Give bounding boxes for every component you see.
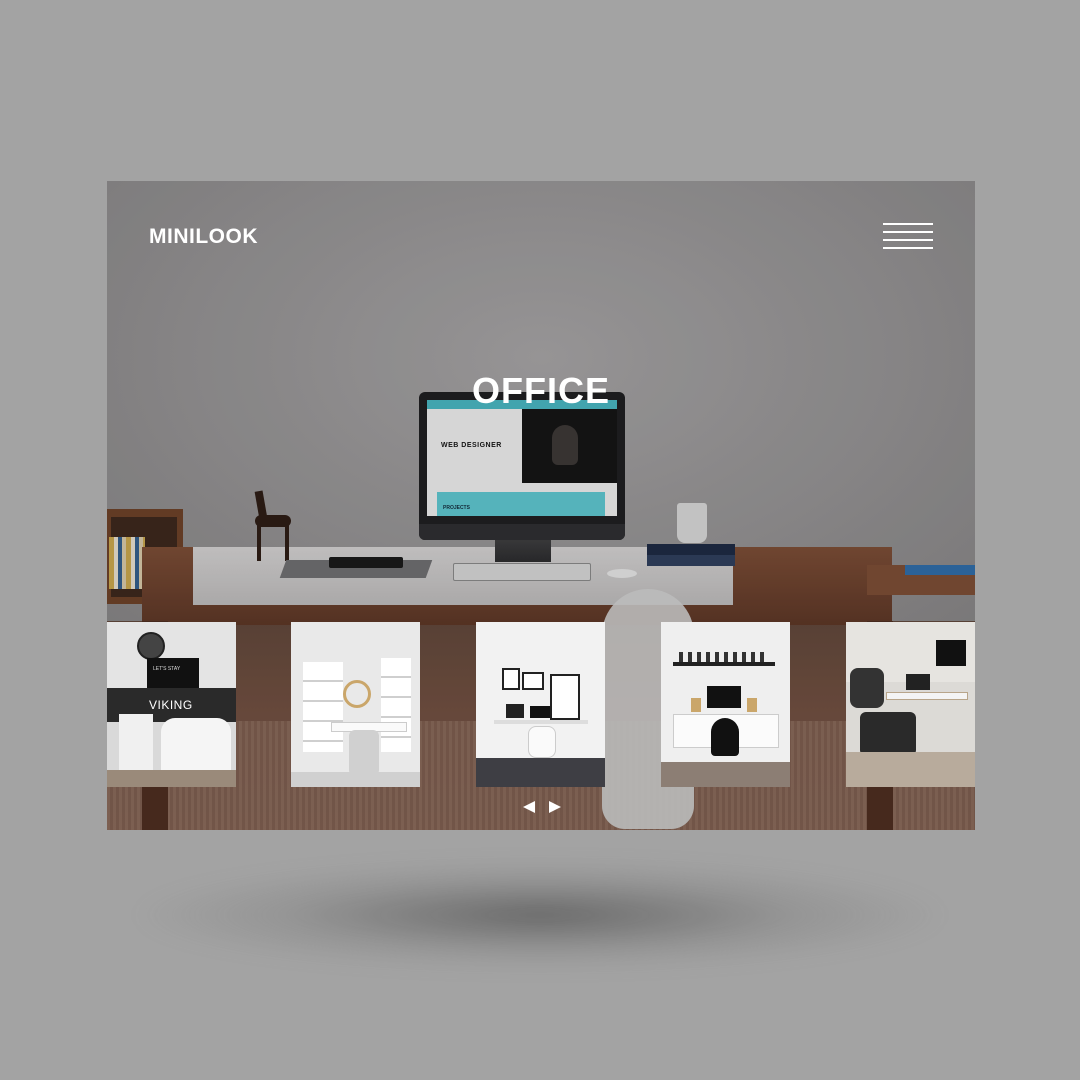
caret-left-icon	[523, 801, 535, 813]
caret-left-icon[interactable]	[521, 799, 537, 815]
caret-right-icon[interactable]	[547, 799, 563, 815]
hamburger-menu-icon	[883, 231, 933, 233]
thumbnail-monitor	[147, 658, 199, 688]
thumbnail-tv	[936, 640, 966, 666]
hamburger-menu-icon	[883, 247, 933, 249]
picture-frame	[550, 674, 580, 720]
frame-shadow	[140, 860, 940, 970]
picture-frame	[502, 668, 520, 690]
thumbnail-shelf	[303, 662, 343, 752]
thumbnail-chair	[850, 668, 884, 708]
hamburger-menu-icon	[883, 223, 933, 225]
thumbnail-drawer	[119, 714, 153, 770]
thumbnail-speaker	[691, 698, 701, 712]
thumbnail-chair	[860, 712, 916, 756]
gallery-item-5[interactable]	[846, 622, 975, 787]
thumbnail-floor	[291, 772, 420, 787]
gallery-pager	[521, 799, 563, 815]
thumbnail-shelf	[381, 658, 411, 752]
thumbnail-fur-chair	[161, 718, 231, 778]
thumbnail-floor	[661, 762, 790, 787]
hero-frame: WEB DESIGNER PROJECTS MINILOOK OFFICE LE…	[107, 181, 975, 830]
thumbnail-floor	[107, 770, 236, 787]
gallery-item-label: VIKING	[149, 698, 193, 712]
picture-frame	[522, 672, 544, 690]
thumbnail-floor	[476, 758, 605, 787]
gallery-strip: LET'S STAY VIKING	[107, 622, 975, 787]
gallery-item-viking[interactable]: LET'S STAY VIKING	[107, 622, 236, 787]
thumbnail-chair	[711, 718, 739, 756]
sunburst-mirror	[343, 680, 371, 708]
menu-button[interactable]	[883, 223, 933, 251]
caret-right-icon	[549, 801, 561, 813]
clock-icon	[137, 632, 165, 660]
thumbnail-wall-shelf	[673, 662, 775, 666]
thumbnail-shelf-items	[679, 652, 769, 662]
thumbnail-speaker	[747, 698, 757, 712]
thumbnail-monitor	[707, 686, 741, 708]
thumbnail-speaker	[506, 704, 524, 718]
gallery-item-4[interactable]	[661, 622, 790, 787]
hamburger-menu-icon	[883, 239, 933, 241]
gallery-item-2[interactable]	[291, 622, 420, 787]
thumbnail-floor	[846, 752, 975, 787]
gallery-item-3[interactable]	[476, 622, 605, 787]
thumbnail-laptop	[906, 674, 930, 690]
thumbnail-laptop	[530, 706, 550, 718]
thumbnail-monitor-text: LET'S STAY	[153, 666, 181, 672]
thumbnail-chair	[349, 730, 379, 776]
thumbnail-desk	[494, 720, 588, 724]
thumbnail-desk	[886, 692, 968, 700]
hero-title: OFFICE	[472, 370, 610, 411]
brand-logo[interactable]: MINILOOK	[149, 225, 258, 249]
thumbnail-chair	[528, 726, 556, 758]
